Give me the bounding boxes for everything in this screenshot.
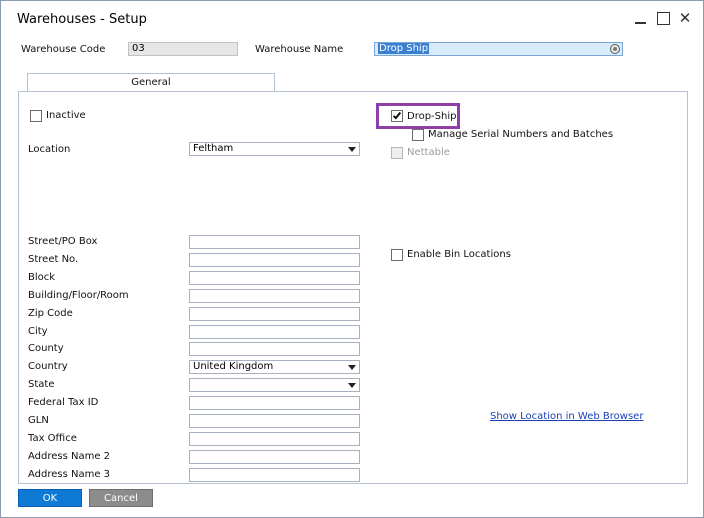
address-field-label: Street No. [28, 254, 79, 265]
address-field-label: Building/Floor/Room [28, 290, 129, 301]
tab-general[interactable]: General [27, 73, 275, 92]
address-input[interactable] [189, 235, 360, 249]
maximize-icon[interactable] [655, 10, 671, 26]
tab-general-label: General [131, 77, 171, 88]
ok-button[interactable]: OK [18, 489, 82, 507]
nettable-checkbox [391, 147, 403, 159]
address-field-label: Street/PO Box [28, 236, 98, 247]
title-bar: Warehouses - Setup ✕ [1, 1, 703, 35]
address-field-label: City [28, 326, 48, 337]
warehouse-code-value: 03 [132, 43, 145, 54]
warehouse-name-field[interactable]: Drop Ship [374, 42, 623, 56]
address-input[interactable] [189, 450, 360, 464]
address-field-label: Address Name 3 [28, 469, 111, 480]
location-value: Feltham [193, 143, 234, 154]
address-field-label: County [28, 343, 64, 354]
address-input[interactable] [189, 253, 360, 267]
address-field-value: United Kingdom [193, 361, 274, 372]
enable-bin-label: Enable Bin Locations [407, 249, 511, 260]
address-field-label: Address Name 2 [28, 451, 111, 462]
address-field-label: Federal Tax ID [28, 397, 99, 408]
window-title: Warehouses - Setup [17, 12, 147, 27]
drop-ship-label: Drop-Ship [407, 111, 457, 122]
address-input[interactable] [189, 468, 360, 482]
address-select[interactable]: United Kingdom [189, 360, 360, 374]
manage-serial-label: Manage Serial Numbers and Batches [428, 129, 614, 140]
translation-icon[interactable] [610, 44, 620, 54]
address-input[interactable] [189, 289, 360, 303]
warehouses-setup-window: Warehouses - Setup ✕ Warehouse Code 03 W… [0, 0, 704, 518]
enable-bin-checkbox[interactable] [391, 249, 403, 261]
nettable-label: Nettable [407, 147, 450, 158]
address-input[interactable] [189, 414, 360, 428]
address-field-label: Country [28, 361, 68, 372]
show-location-link[interactable]: Show Location in Web Browser [490, 411, 643, 422]
warehouse-name-label: Warehouse Name [255, 44, 344, 55]
address-field-label: Zip Code [28, 308, 73, 319]
address-field-label: Block [28, 272, 56, 283]
inactive-label: Inactive [46, 110, 86, 121]
address-input[interactable] [189, 396, 360, 410]
chevron-down-icon [348, 365, 356, 370]
warehouse-code-label: Warehouse Code [21, 44, 106, 55]
address-field-label: State [28, 379, 55, 390]
address-input[interactable] [189, 307, 360, 321]
address-field-label: Tax Office [28, 433, 77, 444]
address-input[interactable] [189, 342, 360, 356]
warehouse-name-value: Drop Ship [378, 43, 430, 54]
address-select[interactable] [189, 378, 360, 392]
manage-serial-checkbox[interactable] [412, 129, 424, 141]
minimize-icon[interactable] [633, 10, 649, 26]
location-label: Location [28, 144, 71, 155]
inactive-checkbox[interactable] [30, 110, 42, 122]
close-icon[interactable]: ✕ [677, 10, 693, 26]
address-field-label: GLN [28, 415, 49, 426]
chevron-down-icon [348, 383, 356, 388]
location-select[interactable]: Feltham [189, 142, 360, 156]
drop-ship-checkbox[interactable] [391, 110, 403, 122]
address-input[interactable] [189, 271, 360, 285]
warehouse-code-field: 03 [128, 42, 238, 56]
chevron-down-icon [348, 147, 356, 152]
checkmark-icon [392, 110, 402, 120]
cancel-button[interactable]: Cancel [89, 489, 153, 507]
address-input[interactable] [189, 432, 360, 446]
address-input[interactable] [189, 325, 360, 339]
